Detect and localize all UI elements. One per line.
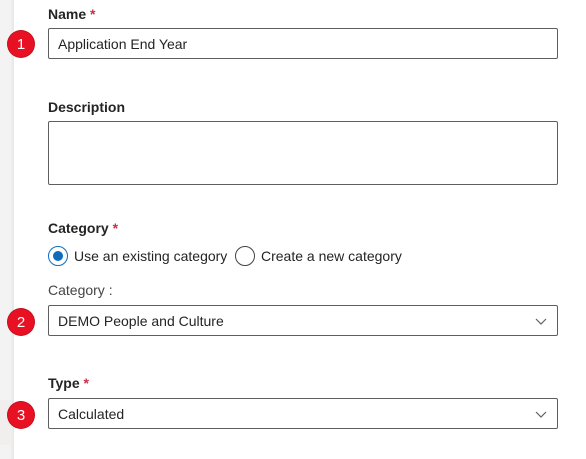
type-required-mark: * <box>83 375 89 391</box>
step-badge-2: 2 <box>8 309 34 335</box>
category-label-text: Category <box>48 220 109 236</box>
category-select[interactable]: DEMO People and Culture <box>48 305 558 336</box>
type-select-value: Calculated <box>58 406 125 422</box>
type-select[interactable]: Calculated <box>48 398 558 429</box>
radio-new-category-label[interactable]: Create a new category <box>261 248 402 264</box>
description-label: Description <box>48 99 126 115</box>
name-required-mark: * <box>90 6 96 22</box>
name-input[interactable]: Application End Year <box>48 28 558 59</box>
step-badge-1: 1 <box>8 31 34 57</box>
name-label: Name * <box>48 6 95 22</box>
category-select-label: Category : <box>48 282 113 298</box>
panel-edge <box>0 0 14 459</box>
radio-new-category[interactable] <box>235 246 255 266</box>
type-label: Type * <box>48 375 89 391</box>
name-input-value: Application End Year <box>58 36 188 52</box>
category-select-value: DEMO People and Culture <box>58 313 224 329</box>
description-textarea[interactable] <box>48 121 558 185</box>
chevron-down-icon <box>535 318 547 325</box>
category-required-mark: * <box>112 220 119 236</box>
step-badge-3: 3 <box>8 402 34 428</box>
radio-existing-category-label[interactable]: Use an existing category <box>74 248 227 264</box>
radio-existing-category[interactable] <box>48 246 68 266</box>
type-label-text: Type <box>48 375 80 391</box>
chevron-down-icon <box>535 411 547 418</box>
name-label-text: Name <box>48 6 87 22</box>
category-label: Category * <box>48 220 118 236</box>
